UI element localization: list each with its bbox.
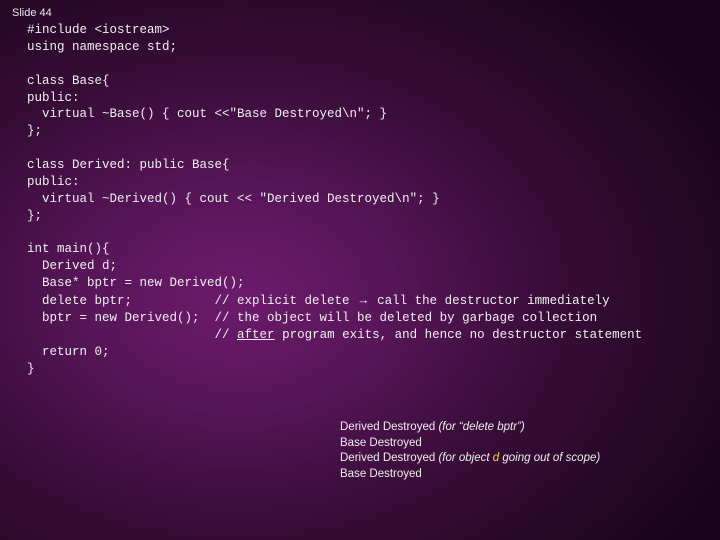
arrow-icon: → [357, 293, 370, 307]
code-line: delete bptr; // explicit delete [12, 294, 357, 308]
output-note-text: (for [438, 421, 458, 433]
output-line: Derived Destroyed (for object d going ou… [340, 451, 600, 467]
code-line: public: [12, 175, 80, 189]
code-line: program exits, and hence no destructor s… [275, 328, 643, 342]
code-line: bptr = new Derived(); // the object will… [12, 311, 597, 325]
code-line: virtual ~Base() { cout <<"Base Destroyed… [12, 107, 387, 121]
code-line: }; [12, 124, 42, 138]
code-line: public: [12, 91, 80, 105]
output-quote: “delete bptr” [459, 421, 521, 433]
code-line: Base* bptr = new Derived(); [12, 276, 245, 290]
code-line: call the destructor immediately [370, 294, 610, 308]
slide-title: Slide 44 [12, 7, 52, 19]
code-line: int main(){ [12, 242, 110, 256]
code-line: #include <iostream> [12, 23, 170, 37]
code-line: }; [12, 209, 42, 223]
output-line: Base Destroyed [340, 436, 600, 452]
code-line: virtual ~Derived() { cout << "Derived De… [12, 192, 440, 206]
output-line: Base Destroyed [340, 467, 600, 483]
output-note-text: going out of scope) [499, 452, 600, 464]
output-block: Derived Destroyed (for “delete bptr”) Ba… [340, 420, 600, 482]
code-line: // [12, 328, 237, 342]
code-line: return 0; [12, 345, 110, 359]
output-text: Derived Destroyed [340, 421, 438, 433]
slide-body: Slide 44 #include <iostream> using names… [0, 0, 720, 540]
code-line: class Derived: public Base{ [12, 158, 230, 172]
code-line: Derived d; [12, 259, 117, 273]
code-line: } [12, 362, 35, 376]
output-note: (for “delete bptr”) [438, 421, 524, 433]
output-note-text: (for object [438, 452, 492, 464]
output-note: (for object d going out of scope) [438, 452, 600, 464]
output-note-text: ) [521, 421, 525, 433]
code-underline: after [237, 328, 275, 342]
code-line: using namespace std; [12, 40, 177, 54]
code-line: class Base{ [12, 74, 110, 88]
code-block: #include <iostream> using namespace std;… [12, 22, 642, 377]
output-line: Derived Destroyed (for “delete bptr”) [340, 420, 600, 436]
output-text: Derived Destroyed [340, 452, 438, 464]
